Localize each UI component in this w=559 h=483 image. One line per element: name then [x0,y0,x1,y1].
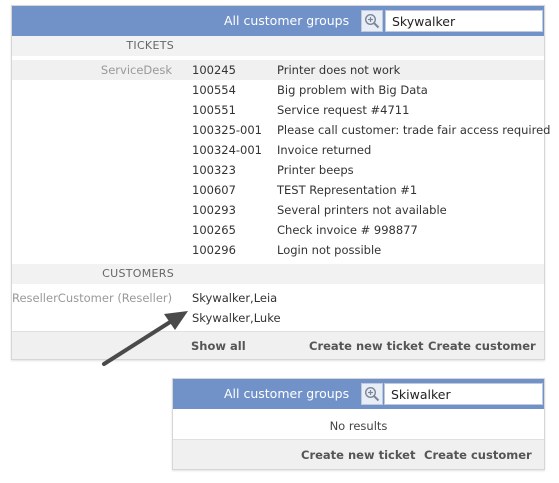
panel-header: All customer groups [173,379,544,409]
no-results-message: No results [329,419,388,433]
create-customer-button[interactable]: Create customer [424,448,532,462]
no-results-panel: All customer groups No results Create ne… [172,378,545,470]
search-input[interactable] [384,383,543,405]
create-ticket-button[interactable]: Create new ticket [301,448,415,462]
customer-group-selector[interactable]: All customer groups [224,386,349,401]
search-button[interactable] [361,383,383,405]
panel-footer: Create new ticket Create customer [173,439,544,469]
zoom-search-icon [364,386,380,402]
